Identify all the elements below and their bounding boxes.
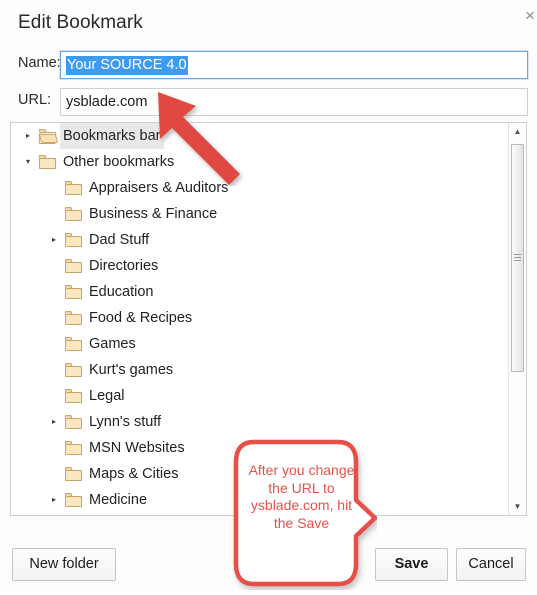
tree-row-label: Business & Finance: [89, 206, 218, 222]
folder-icon: [65, 181, 82, 195]
bookmark-folder-tree-panel: ▸ Bookmarks bar ▾ Other bookmarks Appraisers…: [10, 122, 527, 516]
tree-row[interactable]: ▾ Other bookmarks: [11, 149, 508, 175]
chevron-right-icon[interactable]: ▸: [47, 487, 61, 513]
tree-row[interactable]: Directories: [11, 253, 508, 279]
chevron-right-icon[interactable]: ▸: [21, 123, 35, 149]
tree-row[interactable]: ▸ Medicine: [11, 487, 508, 513]
tree-row[interactable]: Appraisers & Auditors: [11, 175, 508, 201]
chevron-right-icon[interactable]: ▸: [47, 227, 61, 253]
close-icon[interactable]: ×: [517, 4, 537, 28]
scroll-down-icon[interactable]: ▼: [509, 498, 526, 515]
tree-row[interactable]: ▸ Bookmarks bar: [11, 123, 508, 149]
url-input[interactable]: ysblade.com: [60, 88, 528, 116]
tree-row-label: MSN Websites: [89, 440, 185, 456]
scrollbar-thumb[interactable]: [511, 144, 524, 372]
bookmark-folder-tree[interactable]: ▸ Bookmarks bar ▾ Other bookmarks Appraisers…: [11, 123, 508, 515]
scrollbar-grip-icon: [514, 254, 521, 262]
tree-row-label: Games: [89, 336, 136, 352]
tree-row-label: Medicine: [89, 492, 148, 508]
tree-row-label: Lynn's stuff: [89, 414, 162, 430]
tree-row[interactable]: Business & Finance: [11, 201, 508, 227]
tree-row[interactable]: Kurt's games: [11, 357, 508, 383]
tree-row[interactable]: ▸ Dad Stuff: [11, 227, 508, 253]
folder-icon: [65, 441, 82, 455]
tree-row[interactable]: Food & Recipes: [11, 305, 508, 331]
save-button[interactable]: Save: [375, 548, 448, 581]
tree-row[interactable]: Games: [11, 331, 508, 357]
folder-icon: [65, 337, 82, 351]
url-input-value: ysblade.com: [66, 94, 148, 110]
tree-row-label: Other bookmarks: [63, 154, 175, 170]
tree-row-label: Dad Stuff: [89, 232, 150, 248]
tree-row-label: Directories: [89, 258, 159, 274]
folder-icon: [39, 155, 56, 169]
edit-bookmark-dialog: Edit Bookmark × Name: Your SOURCE 4.0 UR…: [0, 0, 537, 594]
dialog-title-bar: Edit Bookmark ×: [0, 0, 537, 44]
page-title: Edit Bookmark: [18, 12, 143, 33]
folder-icon: [65, 389, 82, 403]
url-field-row: URL: ysblade.com: [0, 88, 537, 116]
tree-row-label: Legal: [89, 388, 125, 404]
cancel-button[interactable]: Cancel: [456, 548, 526, 581]
folder-icon: [65, 415, 82, 429]
tree-row-label: Bookmarks bar: [60, 123, 164, 149]
new-folder-button[interactable]: New folder: [12, 548, 116, 581]
folder-icon: [65, 233, 82, 247]
folder-icon: [65, 311, 82, 325]
folder-icon: [65, 493, 82, 507]
folder-icon: [65, 207, 82, 221]
tree-row[interactable]: ▸ Lynn's stuff: [11, 409, 508, 435]
tree-row[interactable]: Maps & Cities: [11, 461, 508, 487]
chevron-right-icon[interactable]: ▸: [47, 409, 61, 435]
name-input-value: Your SOURCE 4.0: [66, 56, 188, 75]
name-field-row: Name: Your SOURCE 4.0: [0, 50, 537, 80]
tree-row[interactable]: Legal: [11, 383, 508, 409]
scroll-up-icon[interactable]: ▲: [509, 123, 526, 140]
tree-row-label: Appraisers & Auditors: [89, 180, 229, 196]
tree-row[interactable]: Education: [11, 279, 508, 305]
chevron-down-icon[interactable]: ▾: [21, 149, 35, 175]
folder-icon: [65, 363, 82, 377]
tree-row-label: Education: [89, 284, 154, 300]
folder-icon: [65, 259, 82, 273]
tree-row-label: Food & Recipes: [89, 310, 193, 326]
folder-icon: [65, 467, 82, 481]
name-label: Name:: [18, 55, 61, 71]
tree-scrollbar[interactable]: ▲ ▼: [508, 123, 526, 515]
tree-row-label: Kurt's games: [89, 362, 174, 378]
name-input[interactable]: Your SOURCE 4.0: [59, 50, 529, 80]
folder-open-icon: [38, 129, 59, 143]
tree-row-label: Maps & Cities: [89, 466, 179, 482]
tree-row[interactable]: MSN Websites: [11, 435, 508, 461]
url-label: URL:: [18, 92, 52, 108]
folder-icon: [65, 285, 82, 299]
